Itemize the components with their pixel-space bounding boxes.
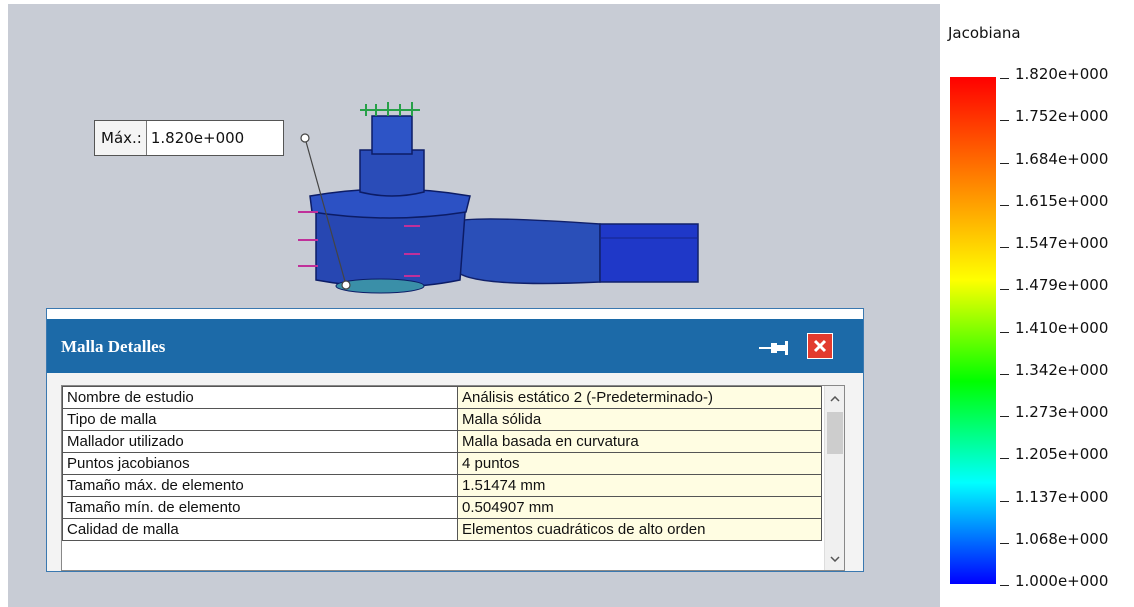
max-value: 1.820e+000 <box>146 121 283 155</box>
property-name: Mallador utilizado <box>62 430 458 453</box>
legend-label: 1.273e+000 <box>1015 403 1109 421</box>
details-table: Nombre de estudio Análisis estático 2 (-P… <box>62 386 822 541</box>
property-value: 4 puntos <box>457 452 822 475</box>
max-value-callout: Máx.: 1.820e+000 <box>94 120 284 156</box>
property-value: 1.51474 mm <box>457 474 822 497</box>
legend-tick <box>1000 332 1009 333</box>
close-icon <box>813 339 827 353</box>
legend-tick <box>1000 458 1009 459</box>
property-name: Puntos jacobianos <box>62 452 458 475</box>
legend-tick <box>1000 501 1009 502</box>
legend-tick <box>1000 163 1009 164</box>
legend-color-bar <box>950 77 996 584</box>
table-row[interactable]: Puntos jacobianos 4 puntos <box>62 452 822 475</box>
property-value: Análisis estático 2 (-Predeterminado-) <box>457 386 822 409</box>
legend-tick <box>1000 247 1009 248</box>
legend-label: 1.820e+000 <box>1015 65 1109 83</box>
property-name: Tamaño máx. de elemento <box>62 474 458 497</box>
pin-icon[interactable] <box>759 341 789 355</box>
legend-tick <box>1000 205 1009 206</box>
property-value: Malla sólida <box>457 408 822 431</box>
legend-tick <box>1000 289 1009 290</box>
max-label: Máx.: <box>95 121 147 155</box>
legend-label: 1.547e+000 <box>1015 234 1109 252</box>
legend-tick <box>1000 543 1009 544</box>
table-row[interactable]: Calidad de malla Elementos cuadráticos de… <box>62 518 822 541</box>
legend-tick <box>1000 120 1009 121</box>
legend-tick <box>1000 585 1009 586</box>
legend-label: 1.479e+000 <box>1015 276 1109 294</box>
legend-label: 1.342e+000 <box>1015 361 1109 379</box>
legend-label: 1.615e+000 <box>1015 192 1109 210</box>
legend-label: 1.752e+000 <box>1015 107 1109 125</box>
legend-label: 1.068e+000 <box>1015 530 1109 548</box>
dialog-title: Malla Detalles <box>61 337 166 356</box>
chevron-down-icon <box>830 556 840 562</box>
legend-title: Jacobiana <box>948 24 1021 42</box>
details-grid[interactable]: Nombre de estudio Análisis estático 2 (-P… <box>61 385 845 571</box>
dialog-titlebar[interactable]: Malla Detalles <box>47 319 863 373</box>
chevron-up-icon <box>830 396 840 402</box>
scroll-thumb[interactable] <box>827 412 843 454</box>
legend-tick <box>1000 416 1009 417</box>
table-row[interactable]: Nombre de estudio Análisis estático 2 (-P… <box>62 386 822 409</box>
dialog-body: Nombre de estudio Análisis estático 2 (-P… <box>47 373 863 571</box>
property-value: Malla basada en curvatura <box>457 430 822 453</box>
mesh-details-dialog: Malla Detalles Nombre de estudio Análisis… <box>46 308 864 572</box>
close-button[interactable] <box>807 333 833 359</box>
vertical-scrollbar[interactable] <box>824 386 844 570</box>
legend-label: 1.137e+000 <box>1015 488 1109 506</box>
legend-label: 1.684e+000 <box>1015 150 1109 168</box>
legend-tick <box>1000 374 1009 375</box>
property-value: 0.504907 mm <box>457 496 822 519</box>
property-name: Nombre de estudio <box>62 386 458 409</box>
viewport[interactable]: Máx.: 1.820e+000 Jacobiana 1.820e+000 1.7… <box>0 0 1134 607</box>
property-name: Tipo de malla <box>62 408 458 431</box>
scroll-down-button[interactable] <box>825 550 844 568</box>
legend-label: 1.410e+000 <box>1015 319 1109 337</box>
legend-label: 1.000e+000 <box>1015 572 1109 590</box>
table-row[interactable]: Tipo de malla Malla sólida <box>62 408 822 431</box>
property-value: Elementos cuadráticos de alto orden <box>457 518 822 541</box>
legend-label: 1.205e+000 <box>1015 445 1109 463</box>
property-name: Calidad de malla <box>62 518 458 541</box>
property-name: Tamaño mín. de elemento <box>62 496 458 519</box>
scroll-up-button[interactable] <box>825 390 844 408</box>
table-row[interactable]: Tamaño mín. de elemento 0.504907 mm <box>62 496 822 519</box>
table-row[interactable]: Mallador utilizado Malla basada en curvat… <box>62 430 822 453</box>
legend-tick <box>1000 78 1009 79</box>
table-row[interactable]: Tamaño máx. de elemento 1.51474 mm <box>62 474 822 497</box>
